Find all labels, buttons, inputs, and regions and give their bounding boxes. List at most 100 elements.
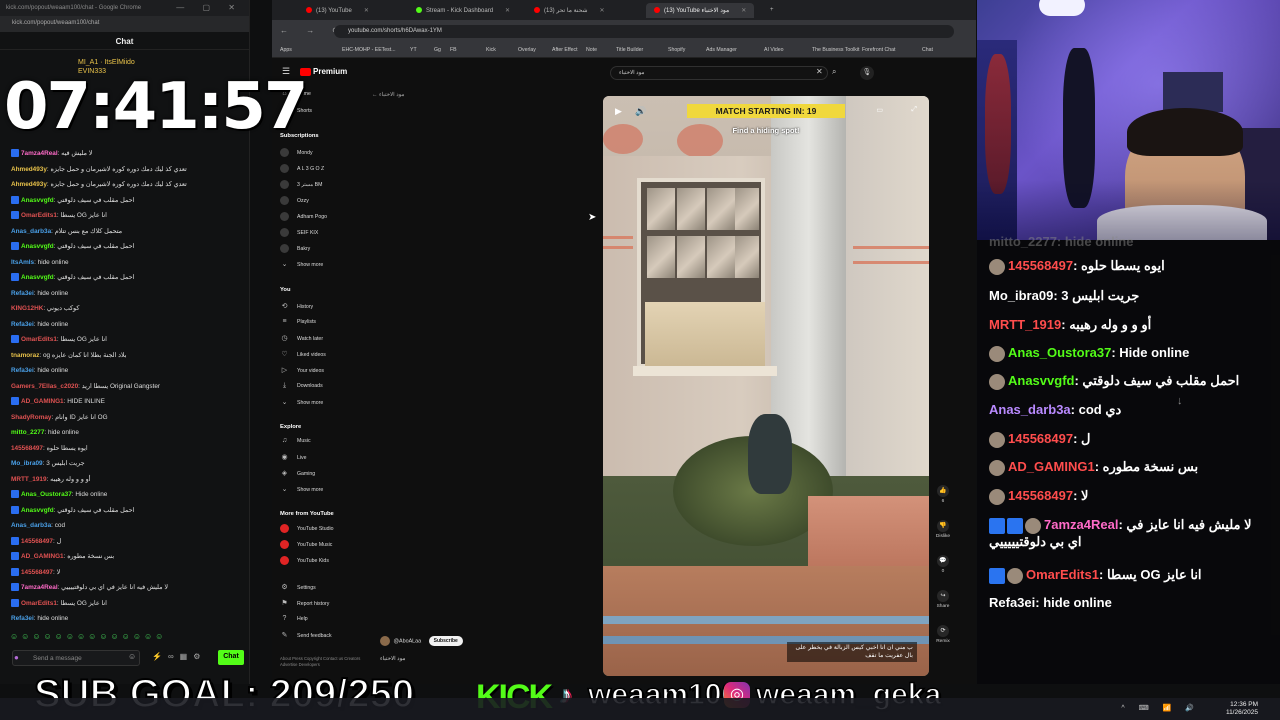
chat-username[interactable]: Refa3ei bbox=[11, 615, 34, 622]
bookmark-item[interactable]: Ads Manager bbox=[706, 47, 737, 53]
like-button[interactable]: 👍 6 bbox=[932, 485, 954, 504]
browser-tab[interactable]: Stream - Kick Dashboard ✕ bbox=[408, 3, 518, 18]
sidebar-item[interactable]: ◷ Watch later bbox=[280, 334, 323, 342]
chat-username[interactable]: MRTT_1919 bbox=[11, 476, 47, 483]
fullscreen-icon[interactable]: ⤢ bbox=[911, 106, 917, 114]
chat-username[interactable]: Gamers_7Ellas_c2020 bbox=[11, 383, 78, 390]
sidebar-section-heading[interactable]: Explore bbox=[280, 424, 301, 430]
bookmark-item[interactable]: Shopify bbox=[668, 47, 685, 53]
sidebar-item[interactable]: ⚑ Report history bbox=[280, 599, 329, 607]
channel-avatar[interactable] bbox=[380, 636, 390, 646]
volume-icon[interactable]: 🔊 bbox=[635, 106, 646, 117]
chat-username[interactable]: Anasvvgfd bbox=[21, 243, 54, 250]
bookmark-item[interactable]: After Effect bbox=[552, 47, 578, 53]
comment-button[interactable]: 💬 0 bbox=[932, 555, 954, 574]
chat-username[interactable]: Anas_Oustora37 bbox=[21, 491, 72, 498]
emoji-icon[interactable]: ☺ bbox=[128, 652, 136, 661]
shorts-video-player[interactable]: ▶ 🔊 ▭ ⤢ MATCH STARTING IN: 19 Find a hid… bbox=[603, 96, 929, 676]
scroll-down-icon[interactable]: ↓ bbox=[1177, 395, 1183, 407]
chat-username[interactable]: ItsAmIs bbox=[11, 259, 34, 266]
bookmark-item[interactable]: Note bbox=[586, 47, 597, 53]
sidebar-item[interactable]: ♫ Music bbox=[280, 437, 311, 444]
sidebar-item[interactable]: Mondy bbox=[280, 148, 313, 157]
chat-tools-icons[interactable]: ⚡∞▦⚙ bbox=[152, 652, 206, 661]
chat-username[interactable]: ShadyRomay bbox=[11, 414, 52, 421]
chat-username[interactable]: 145568497 bbox=[21, 569, 53, 576]
sidebar-item[interactable]: ≡ Playlists bbox=[280, 318, 316, 325]
sidebar-item[interactable]: ♡ Liked videos bbox=[280, 350, 325, 358]
chat-username[interactable]: 7amza4Real bbox=[21, 584, 58, 591]
sidebar-item[interactable]: Bakry bbox=[280, 244, 310, 253]
bookmark-item[interactable]: The Business Toolkit bbox=[812, 47, 859, 53]
chat-username[interactable]: tnamoraz bbox=[11, 352, 39, 359]
sidebar-item[interactable]: ⤓ Downloads bbox=[280, 382, 323, 390]
sidebar-item[interactable]: YouTube Studio bbox=[280, 524, 334, 533]
chat-username[interactable]: Refa3ei bbox=[11, 321, 34, 328]
chat-username[interactable]: Anasvvgfd bbox=[21, 274, 54, 281]
browser-tab-active[interactable]: (13) YouTube مود الاختباء ✕ bbox=[646, 3, 755, 18]
sidebar-item[interactable]: 3 مستر BM bbox=[280, 180, 322, 189]
sidebar-item[interactable]: ⚙ Settings bbox=[280, 583, 315, 591]
clear-search-icon[interactable]: ✕ bbox=[816, 67, 823, 76]
footer-links[interactable]: About Press Copyright Contact us Creator… bbox=[280, 656, 370, 667]
search-icon[interactable]: ⌕ bbox=[832, 67, 836, 77]
chat-username[interactable]: Ahmed493y bbox=[11, 166, 47, 173]
bookmark-item[interactable]: Gg bbox=[434, 47, 441, 53]
chat-username[interactable]: Anasvvgfd bbox=[21, 507, 54, 514]
chat-username[interactable]: Refa3ei bbox=[11, 290, 34, 297]
window-controls-icon[interactable]: — ▢ ✕ bbox=[176, 3, 243, 12]
bookmark-item[interactable]: YT bbox=[410, 47, 417, 53]
bookmark-item[interactable]: EHC-MOHP - EETest... bbox=[342, 47, 396, 53]
browser-tab[interactable]: (13) شحنة ما تحر ✕ bbox=[526, 3, 613, 18]
system-tray-icons[interactable]: ^ ⌨ 📶 🔊 bbox=[1121, 704, 1200, 712]
chat-username[interactable]: Anasvvgfd bbox=[21, 197, 54, 204]
sidebar-item[interactable]: A L 3 G O Z bbox=[280, 164, 324, 173]
sidebar-item[interactable]: ▷ Your videos bbox=[280, 366, 324, 374]
bookmark-item[interactable]: Chat bbox=[922, 47, 933, 53]
bookmark-item[interactable]: Forefront Chat bbox=[862, 47, 895, 53]
sidebar-item[interactable]: ⟲ History bbox=[280, 302, 314, 310]
play-icon[interactable]: ▶ bbox=[615, 106, 622, 117]
sidebar-item[interactable]: ⌄ Show more bbox=[280, 398, 324, 406]
bookmark-item[interactable]: FB bbox=[450, 47, 457, 53]
share-button[interactable]: ↪ Share bbox=[932, 590, 954, 609]
dislike-button[interactable]: 👎 Dislike bbox=[932, 520, 954, 539]
captions-icon[interactable]: ▭ bbox=[876, 106, 883, 114]
chat-username[interactable]: 7amza4Real bbox=[21, 150, 58, 157]
youtube-logo[interactable]: Premium bbox=[300, 67, 347, 76]
sidebar-item[interactable]: ⌄ Show more bbox=[280, 485, 324, 493]
bookmark-item[interactable]: Kick bbox=[486, 47, 496, 53]
chat-username[interactable]: AD_GAMING1 bbox=[21, 553, 64, 560]
close-tab-icon[interactable]: ✕ bbox=[741, 8, 746, 14]
new-tab-icon[interactable]: + bbox=[762, 3, 782, 18]
chat-username[interactable]: OmarEdits1 bbox=[21, 600, 57, 607]
send-chat-button[interactable]: Chat bbox=[218, 650, 244, 665]
sidebar-item[interactable]: ⌄ Show more bbox=[280, 260, 324, 268]
sidebar-item[interactable]: SEIF KIX bbox=[280, 228, 318, 237]
sidebar-item[interactable]: ◉ Live bbox=[280, 453, 306, 461]
chat-username[interactable]: 145568497 bbox=[11, 445, 43, 452]
voice-search-icon[interactable]: 🎙 bbox=[860, 66, 874, 80]
chat-input[interactable]: Send a message bbox=[12, 650, 140, 666]
mic-icon[interactable]: ● bbox=[14, 653, 19, 662]
chat-username[interactable]: Anas_darb3a bbox=[11, 228, 51, 235]
subscribe-button[interactable]: Subscribe bbox=[428, 636, 463, 647]
bookmark-item[interactable]: AI Video bbox=[764, 47, 784, 53]
close-tab-icon[interactable]: ✕ bbox=[364, 8, 369, 14]
sidebar-item[interactable]: YouTube Music bbox=[280, 540, 332, 549]
bookmark-item[interactable]: Apps bbox=[280, 47, 292, 53]
back-to-search[interactable]: ← مود الاختباء bbox=[372, 92, 404, 98]
chat-username[interactable]: Mo_ibra09 bbox=[11, 460, 43, 467]
bookmark-item[interactable]: Overlay bbox=[518, 47, 536, 53]
sidebar-item[interactable]: ✎ Send feedback bbox=[280, 631, 332, 639]
sidebar-item[interactable]: Ozzy bbox=[280, 196, 309, 205]
close-tab-icon[interactable]: ✕ bbox=[600, 8, 605, 14]
emote-row[interactable]: ☺☺☺☺☺☺☺☺☺☺☺☺☺☺ bbox=[10, 632, 166, 641]
channel-name[interactable]: @AboALaa bbox=[394, 638, 422, 644]
url-field[interactable]: youtube.com/shorts/h6DAwax-1YM bbox=[334, 25, 954, 38]
sidebar-item[interactable]: ? Help bbox=[280, 615, 308, 622]
chat-username[interactable]: Refa3ei bbox=[11, 367, 34, 374]
remix-button[interactable]: ⟳ Remix bbox=[932, 625, 954, 644]
chat-username[interactable]: 145568497 bbox=[21, 538, 53, 545]
chat-username[interactable]: Anas_darb3a bbox=[11, 522, 51, 529]
